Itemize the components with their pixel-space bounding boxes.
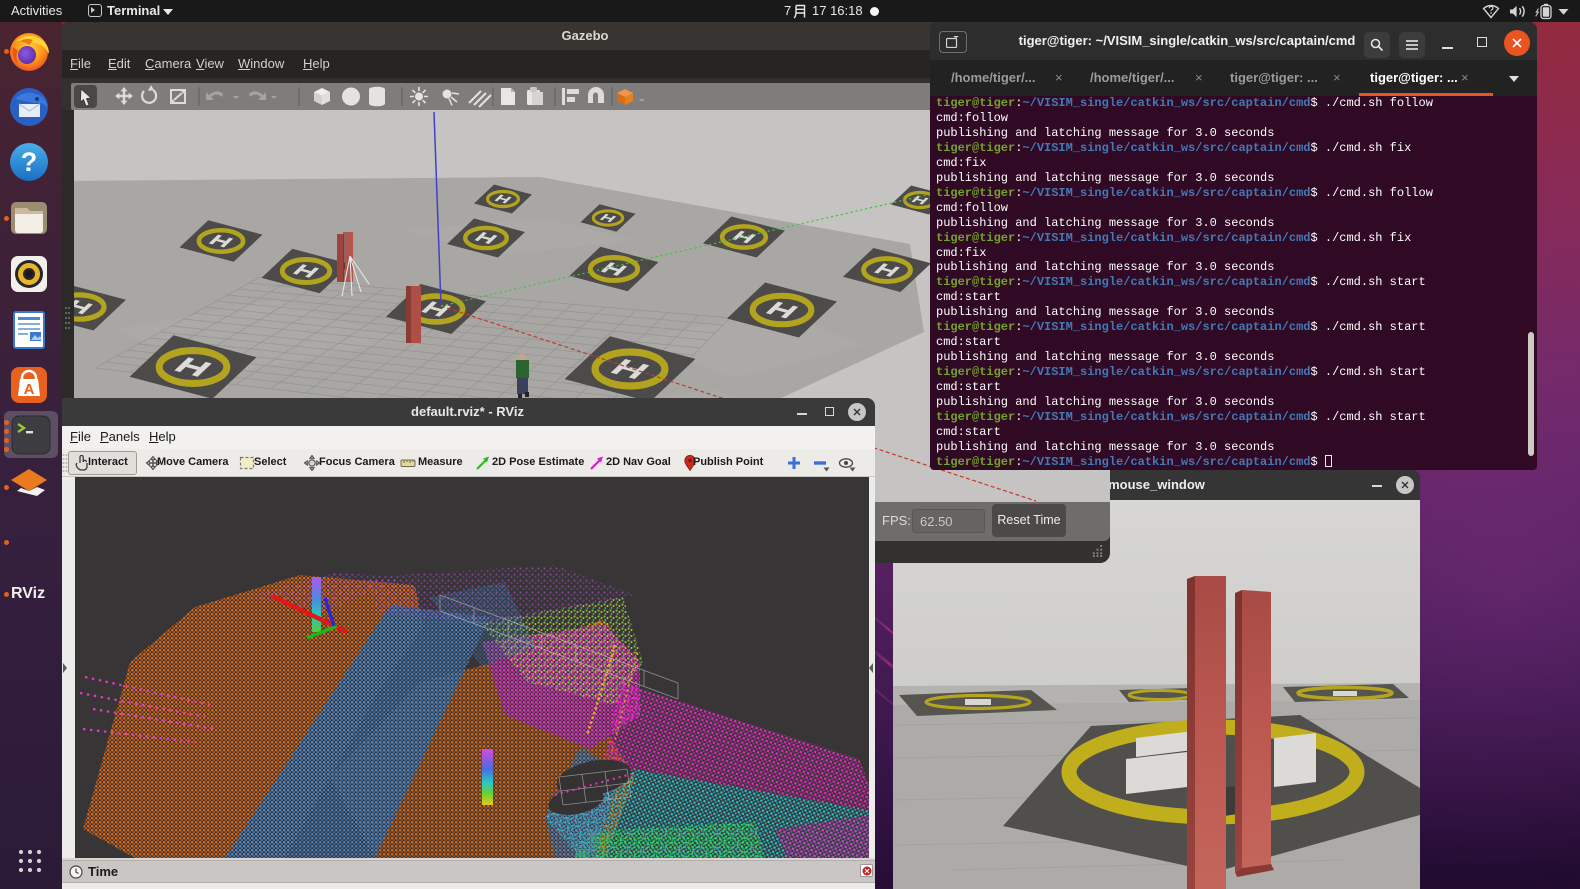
svg-text:A: A: [24, 381, 35, 398]
svg-text:?: ?: [21, 147, 38, 177]
